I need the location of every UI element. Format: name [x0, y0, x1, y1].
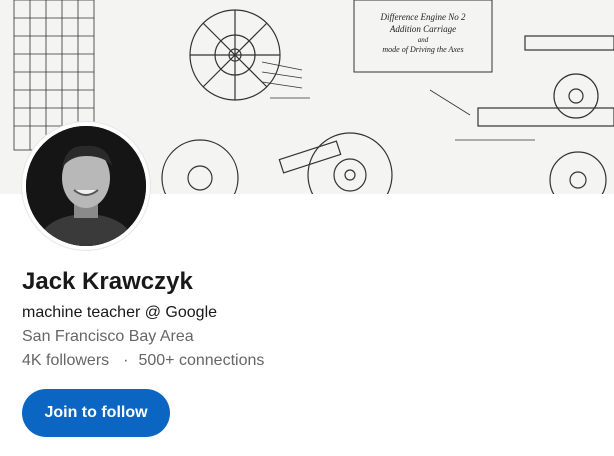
caption-line-1: Difference Engine No 2 [380, 12, 466, 22]
profile-photo [26, 126, 146, 246]
stats-separator: · [123, 352, 129, 369]
followers-count: 4K followers [22, 352, 110, 369]
profile-headline: machine teacher @ Google [22, 304, 218, 321]
profile-name: Jack Krawczyk [22, 268, 193, 295]
connections-count: 500+ connections [138, 352, 265, 369]
profile-stats: 4K followers · 500+ connections [22, 352, 264, 370]
avatar[interactable] [22, 122, 150, 250]
caption-line-2: Addition Carriage [389, 24, 456, 34]
profile-location: San Francisco Bay Area [22, 328, 194, 345]
caption-line-3: and [418, 36, 429, 44]
join-to-follow-button[interactable]: Join to follow [22, 389, 170, 437]
caption-line-4: mode of Driving the Axes [382, 45, 463, 54]
